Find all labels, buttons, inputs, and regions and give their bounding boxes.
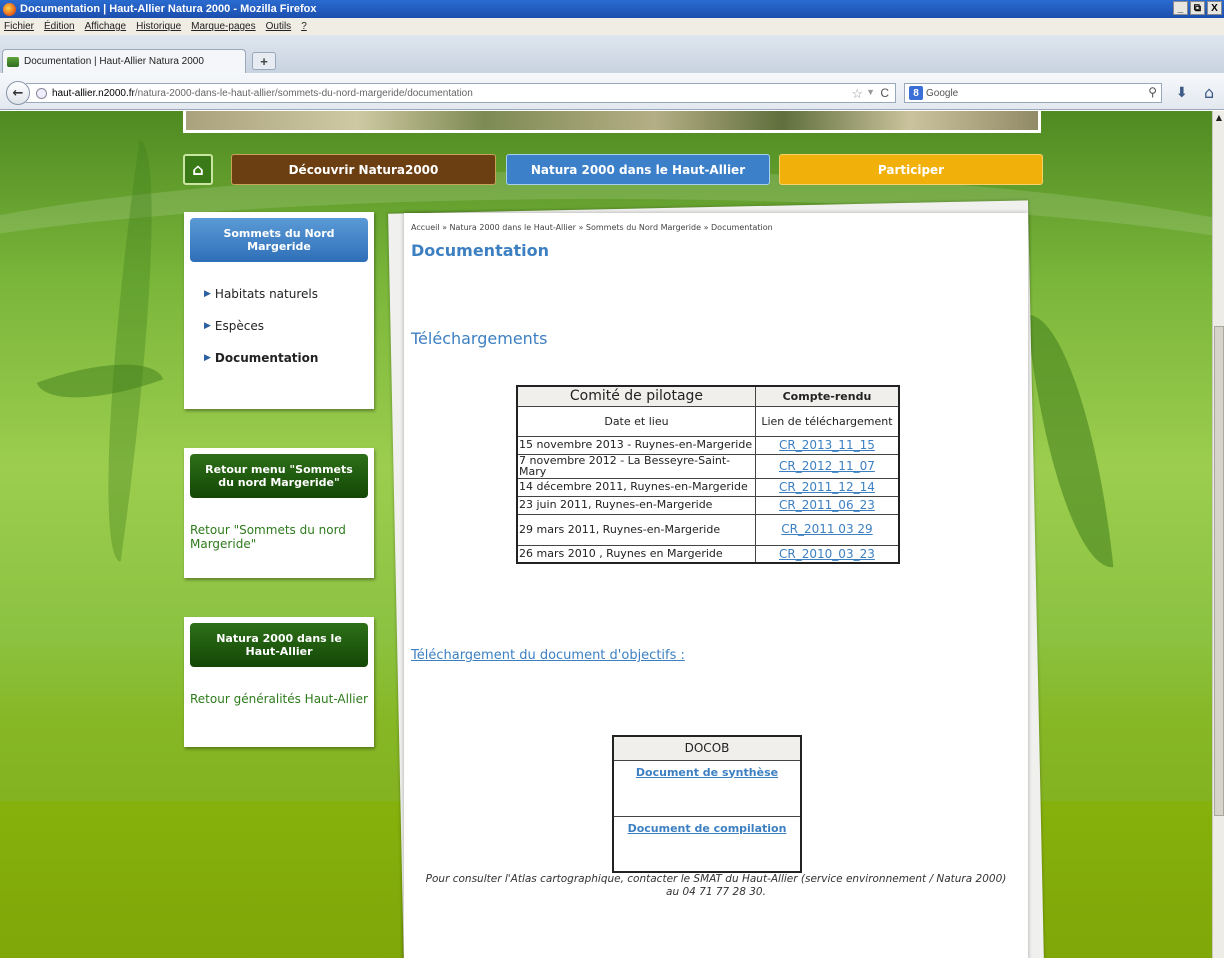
search-bar[interactable]: 8 Google ⚲ [904, 83, 1162, 103]
sidebar-item-especes[interactable]: ▶ Espèces [184, 310, 374, 342]
sidebar-item-label: Habitats naturels [214, 287, 318, 301]
cr-download-link[interactable]: CR_2010_03_23 [779, 547, 875, 561]
page-title: Documentation [411, 241, 550, 260]
table-row: 15 novembre 2013 - Ruynes-en-Margeride C… [516, 435, 900, 455]
cr-download-link[interactable]: CR_2011 03 29 [781, 522, 872, 536]
search-placeholder: Google [926, 87, 959, 99]
table-cell-lieu: 26 mars 2010 , Ruynes en Margeride [516, 544, 756, 564]
document-synthese-link[interactable]: Document de synthèse [636, 766, 778, 779]
sidebar-link-retour-generalites[interactable]: Retour généralités Haut-Allier [184, 692, 374, 707]
nav-haut-allier-button[interactable]: Natura 2000 dans le Haut-Allier [506, 154, 770, 185]
arrow-right-icon: ▶ [204, 321, 211, 331]
docob-table: DOCOB Document de synthèse Document de c… [612, 735, 802, 873]
sidebar-box-sommets: Sommets du Nord Margeride ▶ Habitats nat… [184, 212, 374, 409]
scrollbar-thumb[interactable] [1214, 326, 1224, 816]
window-controls: _ ⧉ X [1173, 1, 1222, 15]
table-cell-lieu: 29 mars 2011, Ruynes-en-Margeride [516, 513, 756, 546]
docob-section-title[interactable]: Téléchargement du document d'objectifs : [411, 648, 685, 663]
menu-bar: Fichier Édition Affichage Historique Mar… [0, 18, 1224, 35]
table-header-compte-rendu: Compte-rendu [754, 385, 900, 407]
bookmark-star-icon[interactable]: ☆ [851, 86, 863, 102]
breadcrumb[interactable]: Accueil » Natura 2000 dans le Haut-Allie… [411, 223, 773, 232]
table-cell-lieu: 7 novembre 2012 - La Besseyre-Saint-Mary [516, 453, 756, 479]
nav-decouvrir-button[interactable]: Découvrir Natura2000 [231, 154, 496, 185]
atlas-footnote: Pour consulter l'Atlas cartographique, c… [425, 873, 1007, 899]
menu-outils[interactable]: Outils [266, 21, 292, 32]
nav-participer-button[interactable]: Participer [779, 154, 1043, 185]
sidebar-heading-retour-menu[interactable]: Retour menu "Sommets du nord Margeride" [190, 454, 368, 498]
header-banner-image [183, 111, 1041, 133]
sidebar-heading-sommets[interactable]: Sommets du Nord Margeride [190, 218, 368, 262]
globe-icon [36, 87, 47, 99]
sidebar-item-label: Documentation [214, 351, 319, 365]
site-favicon-icon [7, 56, 19, 67]
cr-download-link[interactable]: CR_2012_11_07 [779, 459, 875, 473]
history-dropdown-icon[interactable]: ▼ [866, 87, 875, 97]
url-bar[interactable]: haut-allier.n2000.fr /natura-2000-dans-l… [26, 83, 896, 103]
table-row: 23 juin 2011, Ruynes-en-Margeride CR_201… [516, 495, 900, 515]
minimize-button[interactable]: _ [1173, 1, 1188, 15]
menu-fichier[interactable]: Fichier [4, 21, 34, 32]
menu-historique[interactable]: Historique [136, 21, 181, 32]
sidebar-item-label: Espèces [214, 319, 264, 333]
sidebar-box-retour-menu: Retour menu "Sommets du nord Margeride" … [184, 448, 374, 578]
scroll-up-icon[interactable]: ▲ [1213, 111, 1224, 123]
restore-button[interactable]: ⧉ [1190, 1, 1205, 15]
web-page: ⌂ Découvrir Natura2000 Natura 2000 dans … [0, 111, 1212, 958]
table-cell-lieu: 14 décembre 2011, Ruynes-en-Margeride [516, 477, 756, 497]
sidebar-item-habitats[interactable]: ▶ Habitats naturels [184, 278, 374, 310]
navigation-bar: haut-allier.n2000.fr /natura-2000-dans-l… [0, 73, 1224, 110]
table-row: 26 mars 2010 , Ruynes en Margeride CR_20… [516, 544, 900, 564]
page-scrollbar[interactable]: ▲ [1212, 111, 1224, 958]
arrow-right-icon: ▶ [204, 289, 211, 299]
menu-marque-pages[interactable]: Marque-pages [191, 21, 255, 32]
table-cell-lieu: 15 novembre 2013 - Ruynes-en-Margeride [516, 435, 756, 455]
section-title-telechargements: Téléchargements [411, 329, 548, 348]
table-row: 29 mars 2011, Ruynes-en-Margeride CR_201… [516, 513, 900, 546]
menu-aide[interactable]: ? [301, 21, 307, 32]
search-icon[interactable]: ⚲ [1148, 85, 1157, 99]
menu-edition[interactable]: Édition [44, 21, 75, 32]
sidebar-box-haut-allier: Natura 2000 dans le Haut-Allier Retour g… [184, 617, 374, 747]
tab-bar: Documentation | Haut-Allier Natura 2000 … [0, 35, 1224, 73]
reload-icon[interactable]: C [880, 86, 889, 100]
tab-title: Documentation | Haut-Allier Natura 2000 [24, 56, 204, 67]
home-icon: ⌂ [192, 160, 204, 179]
back-button[interactable]: ← [6, 81, 30, 105]
new-tab-button[interactable]: + [252, 52, 276, 70]
home-button[interactable]: ⌂ [183, 154, 213, 185]
document-compilation-link[interactable]: Document de compilation [628, 822, 787, 835]
close-button[interactable]: X [1207, 1, 1222, 15]
main-content: Accueil » Natura 2000 dans le Haut-Allie… [404, 213, 1028, 958]
table-header-comite: Comité de pilotage [516, 385, 756, 407]
docob-header: DOCOB [612, 735, 802, 761]
table-row: 14 décembre 2011, Ruynes-en-Margeride CR… [516, 477, 900, 497]
sidebar-link-retour-sommets[interactable]: Retour "Sommets du nord Margeride" [184, 523, 374, 552]
search-engine-icon[interactable]: 8 [909, 86, 923, 100]
window-titlebar: Documentation | Haut-Allier Natura 2000 … [0, 0, 1224, 18]
url-domain: haut-allier.n2000.fr [52, 87, 135, 99]
tab-documentation[interactable]: Documentation | Haut-Allier Natura 2000 [2, 49, 246, 73]
cr-download-link[interactable]: CR_2013_11_15 [779, 438, 875, 452]
url-path: /natura-2000-dans-le-haut-allier/sommets… [134, 87, 473, 99]
download-icon[interactable]: ⬇ [1176, 85, 1188, 101]
sidebar-heading-haut-allier[interactable]: Natura 2000 dans le Haut-Allier [190, 623, 368, 667]
comite-pilotage-table: Comité de pilotage Compte-rendu Date et … [516, 385, 900, 565]
arrow-right-icon: ▶ [204, 353, 211, 363]
sidebar-item-documentation[interactable]: ▶ Documentation [184, 342, 374, 374]
table-cell-lieu: 23 juin 2011, Ruynes-en-Margeride [516, 495, 756, 515]
table-row: 7 novembre 2012 - La Besseyre-Saint-Mary… [516, 453, 900, 479]
menu-affichage[interactable]: Affichage [85, 21, 127, 32]
table-subheader-lien: Lien de téléchargement [754, 405, 900, 437]
table-subheader-date: Date et lieu [516, 405, 756, 437]
home-icon[interactable]: ⌂ [1204, 83, 1214, 102]
firefox-icon [3, 2, 16, 16]
cr-download-link[interactable]: CR_2011_06_23 [779, 498, 875, 512]
window-title: Documentation | Haut-Allier Natura 2000 … [20, 3, 317, 15]
cr-download-link[interactable]: CR_2011_12_14 [779, 480, 875, 494]
